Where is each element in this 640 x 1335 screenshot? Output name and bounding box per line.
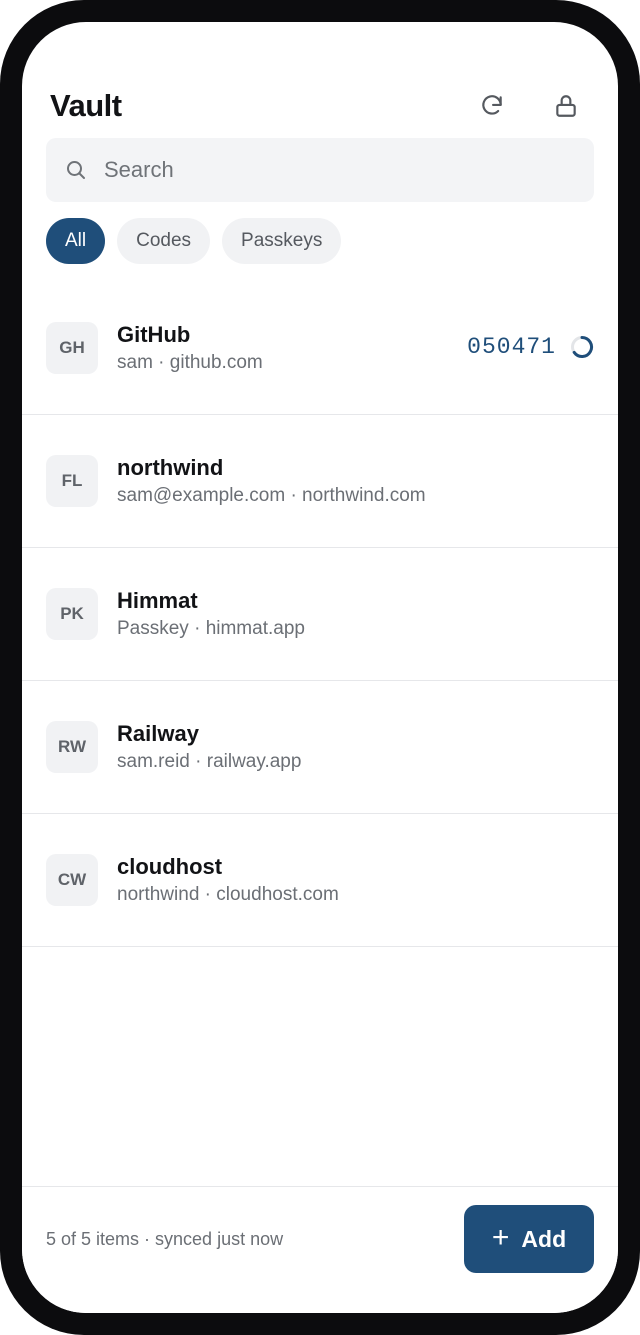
- avatar: PK: [46, 588, 98, 640]
- add-button-label: Add: [521, 1225, 567, 1252]
- refresh-button[interactable]: [470, 84, 514, 128]
- item-subtitle: sam@example.com · northwind.com: [117, 485, 426, 506]
- plus-icon: +: [491, 1220, 510, 1254]
- avatar: CW: [46, 854, 98, 906]
- item-subtitle: sam.reid · railway.app: [117, 751, 302, 772]
- avatar: FL: [46, 455, 98, 507]
- vault-list: GH GitHub sam · github.com 050471 FL nor…: [22, 282, 618, 947]
- list-item-text: cloudhost northwind · cloudhost.com: [117, 854, 339, 908]
- item-subtitle: sam · github.com: [117, 352, 263, 373]
- avatar: GH: [46, 322, 98, 374]
- header: Vault: [50, 80, 590, 132]
- add-button[interactable]: + Add: [464, 1205, 594, 1273]
- lock-button[interactable]: [544, 84, 588, 128]
- list-item-github[interactable]: GH GitHub sam · github.com 050471: [22, 282, 618, 415]
- item-subtitle: Passkey · himmat.app: [117, 618, 305, 639]
- search-icon: [64, 158, 88, 182]
- app-screen: Vault Search All Codes Passkeys GH GitHu…: [22, 22, 618, 1313]
- sync-status: 5 of 5 items · synced just now: [46, 1229, 284, 1249]
- device-frame: Vault Search All Codes Passkeys GH GitHu…: [0, 0, 640, 1335]
- otp-code: 050471: [467, 334, 556, 360]
- filter-chips: All Codes Passkeys: [46, 218, 342, 264]
- list-item-himmat[interactable]: PK Himmat Passkey · himmat.app: [22, 548, 618, 681]
- list-item-northwind[interactable]: FL northwind sam@example.com · northwind…: [22, 415, 618, 548]
- item-name: GitHub: [117, 322, 191, 347]
- list-item-cloudhost[interactable]: CW cloudhost northwind · cloudhost.com: [22, 814, 618, 947]
- list-item-text: GitHub sam · github.com: [117, 322, 263, 376]
- list-item-text: Railway sam.reid · railway.app: [117, 721, 301, 775]
- header-actions: [470, 84, 588, 128]
- page-title: Vault: [50, 88, 122, 123]
- lock-icon: [556, 95, 576, 117]
- item-name: Railway: [117, 721, 199, 746]
- search-input[interactable]: [102, 156, 594, 184]
- list-item-railway[interactable]: RW Railway sam.reid · railway.app: [22, 681, 618, 814]
- footer: 5 of 5 items · synced just now + Add: [22, 1186, 618, 1313]
- item-subtitle: northwind · cloudhost.com: [117, 884, 339, 905]
- item-name: Himmat: [117, 588, 198, 613]
- item-name: northwind: [117, 455, 224, 480]
- refresh-icon: [482, 95, 502, 115]
- search-bar: [46, 138, 594, 202]
- avatar: RW: [46, 721, 98, 773]
- filter-chip-passkeys[interactable]: Passkeys: [222, 218, 342, 264]
- list-item-text: Himmat Passkey · himmat.app: [117, 588, 305, 642]
- item-name: cloudhost: [117, 854, 223, 879]
- otp-code-group[interactable]: 050471: [467, 334, 594, 360]
- filter-chip-codes[interactable]: Codes: [117, 218, 211, 264]
- countdown-ring-icon: [571, 336, 594, 358]
- list-item-text: northwind sam@example.com · northwind.co…: [117, 455, 426, 509]
- filter-chip-all[interactable]: All: [46, 218, 106, 264]
